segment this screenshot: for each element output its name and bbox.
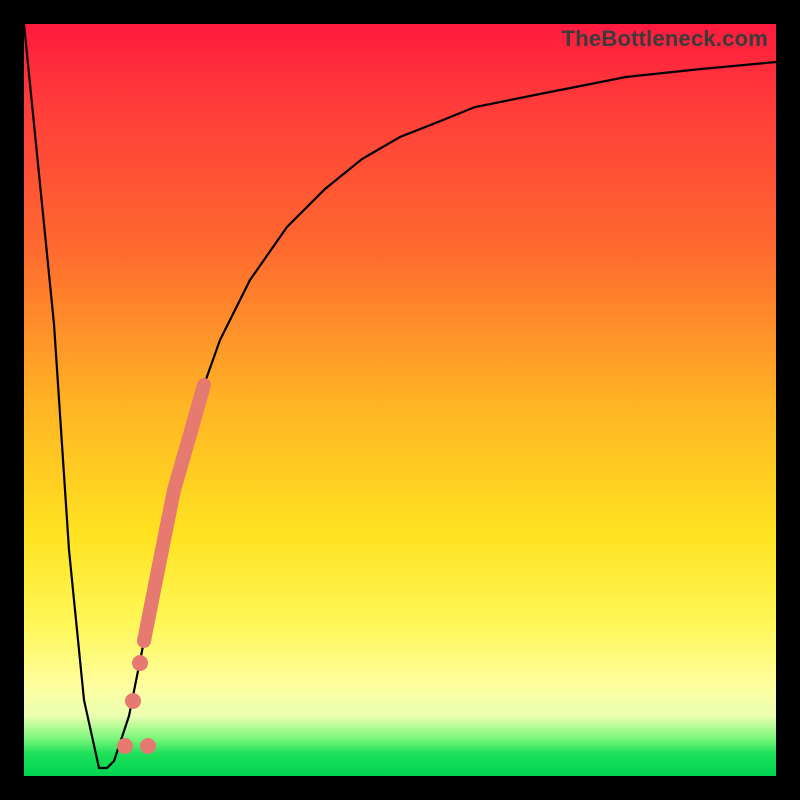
frame-top bbox=[0, 0, 800, 24]
chart-svg bbox=[24, 24, 776, 776]
marker-dot bbox=[125, 693, 141, 709]
marker-dot bbox=[132, 655, 148, 671]
frame-right bbox=[776, 0, 800, 800]
marker-dot bbox=[140, 738, 156, 754]
frame-bottom bbox=[0, 776, 800, 800]
marker-dot bbox=[117, 738, 133, 754]
chart-frame: TheBottleneck.com bbox=[0, 0, 800, 800]
plot-area: TheBottleneck.com bbox=[24, 24, 776, 776]
highlight-segment bbox=[144, 385, 204, 641]
frame-left bbox=[0, 0, 24, 800]
